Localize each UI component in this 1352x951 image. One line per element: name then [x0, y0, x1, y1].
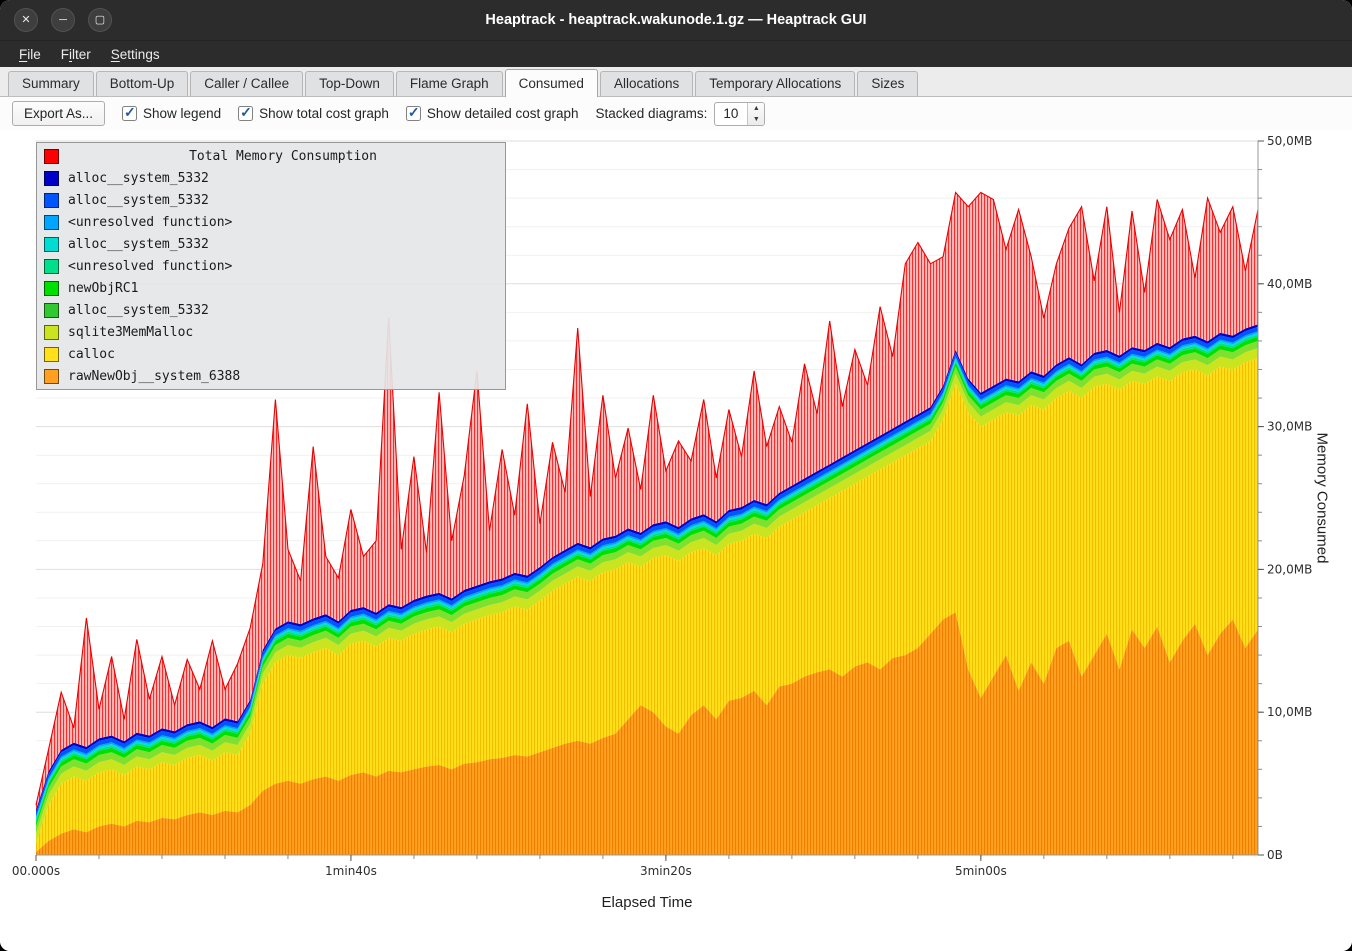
show-total-cost-graph-checkbox[interactable]: Show total cost graph [238, 106, 389, 121]
legend-title: Total Memory Consumption [68, 149, 498, 164]
tab-summary[interactable]: Summary [8, 71, 94, 96]
legend-swatch-icon [44, 347, 59, 362]
checkbox-label: Show total cost graph [259, 106, 389, 121]
window-controls: ✕ ─ ▢ [14, 0, 112, 40]
legend-swatch-icon [44, 281, 59, 296]
tab-top-down[interactable]: Top-Down [305, 71, 394, 96]
show-legend-checkbox[interactable]: Show legend [122, 106, 221, 121]
checkbox-icon [122, 106, 137, 121]
tab-bar: Summary Bottom-Up Caller / Callee Top-Do… [0, 67, 1352, 97]
menubar: File Filter Settings [0, 40, 1352, 67]
svg-text:00.000s: 00.000s [12, 864, 60, 878]
checkbox-label: Show legend [143, 106, 221, 121]
legend-item: alloc__system_5332 [37, 167, 505, 189]
legend-item: alloc__system_5332 [37, 189, 505, 211]
x-axis-title: Elapsed Time [36, 894, 1258, 911]
legend-item: calloc [37, 343, 505, 365]
menu-settings[interactable]: Settings [102, 44, 169, 65]
legend-swatch-icon [44, 237, 59, 252]
export-as-button[interactable]: Export As... [12, 101, 105, 126]
legend-swatch-icon [44, 325, 59, 340]
tab-caller-callee[interactable]: Caller / Callee [190, 71, 303, 96]
titlebar[interactable]: ✕ ─ ▢ Heaptrack - heaptrack.wakunode.1.g… [0, 0, 1352, 40]
menu-file[interactable]: File [10, 44, 50, 65]
legend-swatch-icon [44, 149, 59, 164]
spinbox-up-arrow[interactable]: ▲ [748, 103, 764, 114]
tab-consumed[interactable]: Consumed [505, 69, 598, 97]
legend-item-label: newObjRC1 [68, 281, 138, 296]
legend-item-label: alloc__system_5332 [68, 237, 209, 252]
svg-text:10,0MB: 10,0MB [1267, 705, 1312, 719]
maximize-button[interactable]: ▢ [88, 8, 112, 32]
legend-item: newObjRC1 [37, 277, 505, 299]
spinbox-down-arrow[interactable]: ▼ [748, 114, 764, 125]
checkbox-icon [406, 106, 421, 121]
legend-swatch-icon [44, 171, 59, 186]
checkbox-label: Show detailed cost graph [427, 106, 579, 121]
tab-flame-graph[interactable]: Flame Graph [396, 71, 503, 96]
show-detailed-cost-graph-checkbox[interactable]: Show detailed cost graph [406, 106, 579, 121]
tab-temporary-allocations[interactable]: Temporary Allocations [695, 71, 855, 96]
legend-swatch-icon [44, 369, 59, 384]
legend-swatch-icon [44, 259, 59, 274]
checkbox-icon [238, 106, 253, 121]
close-button[interactable]: ✕ [14, 8, 38, 32]
svg-text:3min20s: 3min20s [640, 864, 692, 878]
stacked-diagrams-spinbox[interactable]: 10 ▲ ▼ [714, 102, 765, 126]
minimize-button[interactable]: ─ [51, 8, 75, 32]
legend-title-row: Total Memory Consumption [37, 145, 505, 167]
window-title: Heaptrack - heaptrack.wakunode.1.gz — He… [0, 12, 1352, 28]
toolbar: Export As... Show legend Show total cost… [0, 97, 1352, 130]
legend-item-label: alloc__system_5332 [68, 171, 209, 186]
svg-text:5min00s: 5min00s [955, 864, 1007, 878]
tab-bottom-up[interactable]: Bottom-Up [96, 71, 189, 96]
chart-area: 00.000s 1min40s 3min20s 5min00s 0B 10,0MB 20,0… [0, 130, 1352, 951]
legend-swatch-icon [44, 215, 59, 230]
svg-text:30,0MB: 30,0MB [1267, 420, 1312, 434]
legend-item: <unresolved function> [37, 211, 505, 233]
legend-item-label: alloc__system_5332 [68, 303, 209, 318]
stacked-diagrams-label: Stacked diagrams: [596, 106, 708, 121]
legend-item-label: sqlite3MemMalloc [68, 325, 193, 340]
spinbox-value[interactable]: 10 [715, 103, 747, 125]
tab-sizes[interactable]: Sizes [857, 71, 918, 96]
tab-allocations[interactable]: Allocations [600, 71, 693, 96]
svg-text:40,0MB: 40,0MB [1267, 277, 1312, 291]
chart-legend: Total Memory Consumption alloc__system_53… [36, 142, 506, 390]
heaptrack-window: ✕ ─ ▢ Heaptrack - heaptrack.wakunode.1.g… [0, 0, 1352, 951]
menu-filter[interactable]: Filter [52, 44, 100, 65]
y-axis-title: Memory Consumed [1314, 433, 1331, 564]
svg-text:20,0MB: 20,0MB [1267, 562, 1312, 576]
legend-item-label: <unresolved function> [68, 215, 232, 230]
legend-item: rawNewObj__system_6388 [37, 365, 505, 387]
legend-swatch-icon [44, 303, 59, 318]
legend-swatch-icon [44, 193, 59, 208]
svg-text:50,0MB: 50,0MB [1267, 134, 1312, 148]
legend-item-label: rawNewObj__system_6388 [68, 369, 240, 384]
close-icon: ✕ [21, 15, 30, 26]
maximize-icon: ▢ [95, 15, 105, 26]
svg-text:0B: 0B [1267, 848, 1283, 862]
legend-item-label: <unresolved function> [68, 259, 232, 274]
legend-item: alloc__system_5332 [37, 233, 505, 255]
legend-item: alloc__system_5332 [37, 299, 505, 321]
legend-item-label: alloc__system_5332 [68, 193, 209, 208]
svg-text:1min40s: 1min40s [325, 864, 377, 878]
legend-item-label: calloc [68, 347, 115, 362]
minimize-icon: ─ [59, 15, 67, 26]
legend-item: <unresolved function> [37, 255, 505, 277]
legend-item: sqlite3MemMalloc [37, 321, 505, 343]
